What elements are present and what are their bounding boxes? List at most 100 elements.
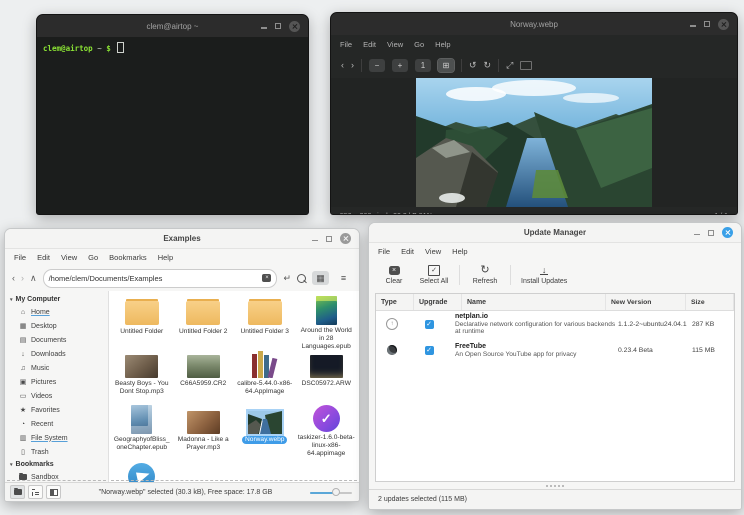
menu-bookmarks[interactable]: Bookmarks: [109, 253, 147, 262]
column-size[interactable]: Size: [686, 294, 734, 310]
menu-view[interactable]: View: [425, 247, 441, 256]
section-my-computer[interactable]: ▾ My Computer: [5, 294, 108, 305]
file-item[interactable]: Telegram: [111, 458, 173, 482]
table-row[interactable]: ✓ FreeTube An Open Source YouTube app fo…: [376, 337, 734, 363]
close-icon[interactable]: [289, 21, 300, 32]
file-item[interactable]: Around the World in 28 Languages.epub: [296, 294, 358, 346]
menu-help[interactable]: Help: [158, 253, 173, 262]
minimize-icon[interactable]: [690, 25, 696, 27]
back-icon[interactable]: ‹: [12, 273, 15, 283]
table-row[interactable]: ↑ ✓ netplan.io Declarative network confi…: [376, 311, 734, 337]
menu-view[interactable]: View: [387, 40, 403, 49]
maximize-icon[interactable]: [275, 23, 281, 29]
menu-go[interactable]: Go: [88, 253, 98, 262]
menu-file[interactable]: File: [378, 247, 390, 256]
minimize-icon[interactable]: [261, 27, 267, 29]
rotate-left-icon[interactable]: ↺: [469, 61, 477, 70]
file-item[interactable]: GeographyofBliss_oneChapter.epub: [111, 402, 173, 458]
column-type[interactable]: Type: [376, 294, 414, 310]
toggle-location-entry-icon[interactable]: ↵: [283, 273, 291, 284]
show-treeview-button[interactable]: [28, 485, 43, 499]
sidebar-item-favorites[interactable]: ★Favorites: [5, 403, 108, 417]
zoom-out-icon[interactable]: −: [369, 59, 385, 72]
sidebar-item-music[interactable]: ♫Music: [5, 361, 108, 375]
terminal-body[interactable]: clem@airtop ~ $: [37, 37, 308, 214]
sidebar-item-recent[interactable]: ◔Recent: [5, 417, 108, 431]
nemo-file-grid[interactable]: Untitled Folder Untitled Folder 2 Untitl…: [109, 291, 359, 482]
sidebar-item-trash[interactable]: ▯Trash: [5, 445, 108, 459]
slideshow-icon[interactable]: [520, 61, 532, 70]
up-icon[interactable]: ∧: [30, 273, 37, 284]
menu-go[interactable]: Go: [414, 40, 424, 49]
upgrade-checkbox[interactable]: ✓: [425, 346, 434, 355]
menu-edit[interactable]: Edit: [37, 253, 50, 262]
back-icon[interactable]: ‹: [341, 61, 344, 70]
forward-icon[interactable]: ›: [21, 273, 24, 283]
menu-help[interactable]: Help: [435, 40, 450, 49]
zoom-in-icon[interactable]: +: [392, 59, 408, 72]
zoom-original-icon[interactable]: 1: [415, 59, 431, 72]
rotate-right-icon[interactable]: ↻: [484, 61, 492, 70]
terminal-titlebar[interactable]: clem@airtop ~: [37, 15, 308, 37]
file-item[interactable]: calibre-5.44.0-x86-64.AppImage: [234, 346, 296, 402]
collapse-icon[interactable]: ▾: [10, 462, 13, 468]
file-item-selected[interactable]: Norway.webp: [234, 402, 296, 458]
icon-view-toggle[interactable]: ▦: [312, 271, 329, 285]
maximize-icon[interactable]: [708, 230, 714, 236]
search-icon[interactable]: [297, 274, 306, 283]
file-item[interactable]: Beasty Boys - You Dont Stop.mp3: [111, 346, 173, 402]
toggle-sidebar-button[interactable]: [46, 485, 61, 499]
updater-titlebar[interactable]: Update Manager: [369, 223, 741, 243]
select-all-button[interactable]: ✓ Select All: [419, 265, 449, 285]
refresh-button[interactable]: ↻ Refresh: [470, 265, 500, 285]
show-places-button[interactable]: [10, 485, 25, 499]
menu-view[interactable]: View: [61, 253, 77, 262]
menu-help[interactable]: Help: [452, 247, 467, 256]
file-item[interactable]: DSC05972.ARW: [296, 346, 358, 402]
viewer-canvas[interactable]: [331, 78, 737, 207]
column-upgrade[interactable]: Upgrade: [414, 294, 462, 310]
zoom-slider[interactable]: [310, 487, 352, 497]
sidebar-item-videos[interactable]: ▭Videos: [5, 389, 108, 403]
sidebar-item-pictures[interactable]: ▣Pictures: [5, 375, 108, 389]
menu-file[interactable]: File: [340, 40, 352, 49]
sidebar-item-documents[interactable]: ▤Documents: [5, 333, 108, 347]
location-bar[interactable]: /home/clem/Documents/Examples ×: [43, 269, 278, 288]
collapse-icon[interactable]: ▾: [10, 297, 13, 303]
close-icon[interactable]: [340, 233, 351, 244]
best-fit-icon[interactable]: ⊞: [438, 59, 454, 72]
forward-icon[interactable]: ›: [351, 61, 354, 70]
file-item[interactable]: C66A5959.CR2: [173, 346, 235, 402]
photo-thumbnail-icon: [310, 348, 343, 378]
menu-file[interactable]: File: [14, 253, 26, 262]
viewer-titlebar[interactable]: Norway.webp: [331, 13, 737, 35]
file-item[interactable]: Untitled Folder 3: [234, 294, 296, 346]
list-view-toggle[interactable]: ≡: [335, 271, 352, 285]
clear-button[interactable]: × Clear: [379, 265, 409, 285]
clear-location-icon[interactable]: ×: [262, 274, 271, 282]
sidebar-item-home[interactable]: ⌂Home: [5, 305, 108, 319]
file-item[interactable]: Madonna - Like a Prayer.mp3: [173, 402, 235, 458]
close-icon[interactable]: [722, 227, 733, 238]
sidebar-item-file-system[interactable]: ▥File System: [5, 431, 108, 445]
section-bookmarks[interactable]: ▾ Bookmarks: [5, 459, 108, 470]
fullscreen-icon[interactable]: ⤢: [506, 61, 513, 70]
nemo-titlebar[interactable]: Examples: [5, 229, 359, 249]
column-name[interactable]: Name: [462, 294, 606, 310]
file-item[interactable]: ✓taskizer-1.6.0-beta-linux-x86-64.appima…: [296, 402, 358, 458]
maximize-icon[interactable]: [704, 21, 710, 27]
pane-resize-handle[interactable]: [369, 482, 741, 489]
minimize-icon[interactable]: [312, 240, 318, 242]
upgrade-checkbox[interactable]: ✓: [425, 320, 434, 329]
minimize-icon[interactable]: [694, 234, 700, 236]
maximize-icon[interactable]: [326, 236, 332, 242]
menu-edit[interactable]: Edit: [363, 40, 376, 49]
sidebar-item-downloads[interactable]: ↓Downloads: [5, 347, 108, 361]
file-item[interactable]: Untitled Folder 2: [173, 294, 235, 346]
column-new-version[interactable]: New Version: [606, 294, 686, 310]
file-item[interactable]: Untitled Folder: [111, 294, 173, 346]
close-icon[interactable]: [718, 19, 729, 30]
menu-edit[interactable]: Edit: [401, 247, 414, 256]
install-updates-button[interactable]: ↓ Install Updates: [521, 265, 567, 285]
sidebar-item-desktop[interactable]: ▦Desktop: [5, 319, 108, 333]
